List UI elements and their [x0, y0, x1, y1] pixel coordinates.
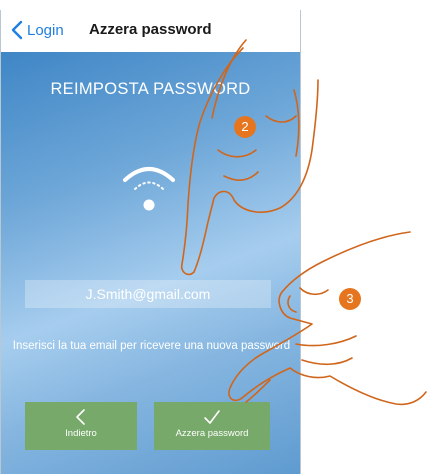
- phone-screen: Login Azzera password REIMPOSTA PASSWORD…: [0, 10, 301, 474]
- navigation-bar: Login Azzera password: [1, 10, 300, 53]
- tutorial-illustration: Login Azzera password REIMPOSTA PASSWORD…: [0, 0, 428, 474]
- page-title: Azzera password: [89, 21, 212, 38]
- wifi-icon: [123, 167, 175, 211]
- instruction-text: Inserisci la tua email per ricevere una …: [12, 340, 291, 352]
- back-to-login-button[interactable]: Login: [11, 18, 64, 42]
- screen-heading: REIMPOSTA PASSWORD: [50, 80, 251, 98]
- chevron-left-icon: [76, 409, 85, 425]
- back-button-label: Indietro: [65, 428, 97, 439]
- back-button[interactable]: Indietro: [25, 402, 137, 450]
- chevron-left-icon: [11, 20, 23, 40]
- step-badge: 3: [339, 288, 361, 310]
- email-input[interactable]: [25, 280, 271, 308]
- back-button-label: Login: [27, 21, 64, 39]
- checkmark-icon: [204, 410, 220, 424]
- reset-password-panel: REIMPOSTA PASSWORD Inserisci la tua emai…: [1, 52, 300, 474]
- reset-button-label: Azzera password: [175, 428, 249, 439]
- reset-password-button[interactable]: Azzera password: [154, 402, 270, 450]
- step-badge: 2: [234, 116, 256, 138]
